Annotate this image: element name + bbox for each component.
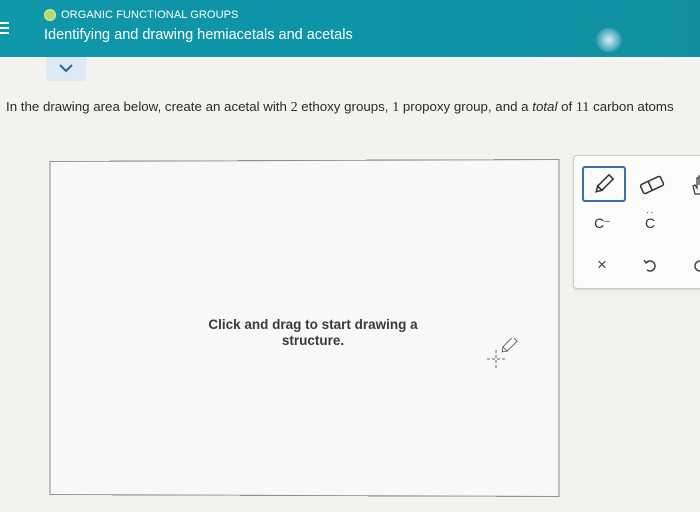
hand-icon bbox=[692, 175, 700, 195]
pencil-tool[interactable] bbox=[582, 166, 626, 202]
delete-tool[interactable]: × bbox=[582, 248, 622, 282]
question-instruction: In the drawing area below, create an ace… bbox=[6, 99, 674, 115]
negative-charge-label: – bbox=[604, 215, 610, 227]
carbanion-label: C bbox=[594, 215, 605, 231]
progress-status-icon bbox=[44, 9, 56, 21]
undo-tool[interactable] bbox=[630, 248, 670, 282]
chevron-down-icon bbox=[59, 64, 73, 73]
redo-icon bbox=[694, 260, 700, 272]
undo-icon bbox=[643, 259, 656, 272]
screen-glare bbox=[595, 28, 623, 52]
lone-pair-label: C ·· bbox=[644, 207, 656, 231]
pencil-icon bbox=[595, 173, 615, 193]
section-label: ORGANIC FUNCTIONAL GROUPS bbox=[61, 9, 239, 21]
drawing-hint: Click and drag to start drawing a struct… bbox=[208, 317, 418, 348]
draw-cursor-icon bbox=[487, 338, 518, 368]
carbanion-tool[interactable]: C – bbox=[582, 206, 622, 240]
menu-icon[interactable] bbox=[0, 22, 9, 37]
redo-tool[interactable] bbox=[680, 248, 700, 282]
lone-pair-tool[interactable]: C ·· bbox=[630, 206, 670, 240]
app-header: ORGANIC FUNCTIONAL GROUPS Identifying an… bbox=[0, 0, 700, 57]
eraser-icon bbox=[639, 175, 665, 195]
lesson-title: Identifying and drawing hemiacetals and … bbox=[44, 27, 353, 43]
close-icon: × bbox=[597, 255, 607, 274]
drawing-toolbar: C – C ·· × bbox=[573, 155, 700, 289]
collapse-header-button[interactable] bbox=[46, 57, 86, 81]
eraser-tool[interactable] bbox=[632, 168, 672, 202]
hand-tool[interactable] bbox=[680, 168, 700, 202]
